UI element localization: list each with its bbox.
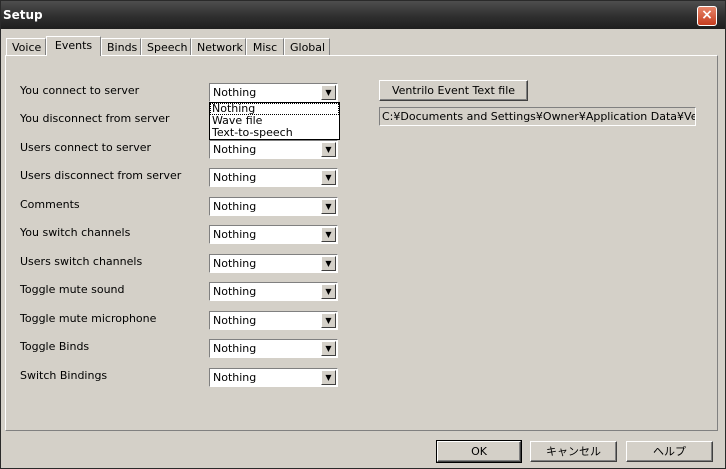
chevron-down-icon[interactable]: ▼ — [321, 85, 336, 100]
tab-events[interactable]: Events — [46, 36, 101, 56]
event-select-you-connect[interactable]: Nothing ▼ — [209, 83, 338, 102]
chevron-down-icon[interactable]: ▼ — [321, 227, 336, 242]
event-label-you-switch-channels: You switch channels — [20, 226, 131, 239]
event-select-users-disconnect[interactable]: Nothing ▼ — [209, 168, 338, 187]
event-select-toggle-mute-microphone[interactable]: Nothing ▼ — [209, 311, 338, 330]
tab-speech[interactable]: Speech — [141, 38, 191, 55]
combo-value: Nothing — [213, 314, 257, 327]
combo-value: Nothing — [213, 371, 257, 384]
event-select-comments[interactable]: Nothing ▼ — [209, 197, 338, 216]
event-label-toggle-binds: Toggle Binds — [20, 340, 90, 353]
event-label-toggle-mute-microphone: Toggle mute microphone — [20, 312, 157, 325]
chevron-down-icon[interactable]: ▼ — [321, 256, 336, 271]
event-select-users-switch-channels[interactable]: Nothing ▼ — [209, 254, 338, 273]
combo-value: Nothing — [213, 257, 257, 270]
combo-value: Nothing — [213, 228, 257, 241]
event-select-toggle-mute-sound[interactable]: Nothing ▼ — [209, 282, 338, 301]
event-text-file-path[interactable]: C:¥Documents and Settings¥Owner¥Applicat… — [379, 107, 696, 126]
chevron-down-icon[interactable]: ▼ — [321, 313, 336, 328]
tab-voice[interactable]: Voice — [6, 38, 46, 55]
event-select-you-switch-channels[interactable]: Nothing ▼ — [209, 225, 338, 244]
event-text-file-button[interactable]: Ventrilo Event Text file — [379, 80, 528, 101]
cancel-button[interactable]: キャンセル — [530, 441, 617, 462]
dropdown-option-text-to-speech[interactable]: Text-to-speech — [210, 127, 339, 139]
ok-button[interactable]: OK — [436, 440, 522, 463]
window-title: Setup — [3, 8, 43, 22]
chevron-down-icon[interactable]: ▼ — [321, 341, 336, 356]
event-label-users-connect: Users connect to server — [20, 141, 152, 154]
event-label-toggle-mute-sound: Toggle mute sound — [20, 283, 125, 296]
tab-misc[interactable]: Misc — [246, 38, 284, 55]
combo-value: Nothing — [213, 86, 257, 99]
close-icon[interactable]: × — [697, 6, 717, 26]
event-label-switch-bindings: Switch Bindings — [20, 369, 108, 382]
chevron-down-icon[interactable]: ▼ — [321, 284, 336, 299]
event-label-users-disconnect: Users disconnect from server — [20, 169, 182, 182]
setup-window: Setup × Voice Events Binds Speech Networ… — [0, 0, 726, 469]
event-label-users-switch-channels: Users switch channels — [20, 255, 143, 268]
title-bar: Setup × — [1, 1, 725, 29]
combo-value: Nothing — [213, 143, 257, 156]
event-label-comments: Comments — [20, 198, 80, 211]
help-button[interactable]: ヘルプ — [626, 441, 713, 462]
event-label-you-connect: You connect to server — [20, 84, 140, 97]
combo-value: Nothing — [213, 200, 257, 213]
tab-binds[interactable]: Binds — [101, 38, 141, 55]
tab-network[interactable]: Network — [191, 38, 246, 55]
combo-value: Nothing — [213, 342, 257, 355]
event-select-toggle-binds[interactable]: Nothing ▼ — [209, 339, 338, 358]
chevron-down-icon[interactable]: ▼ — [321, 142, 336, 157]
chevron-down-icon[interactable]: ▼ — [321, 370, 336, 385]
combo-value: Nothing — [213, 171, 257, 184]
dropdown-list: Nothing Wave file Text-to-speech — [209, 102, 340, 140]
combo-value: Nothing — [213, 285, 257, 298]
event-select-switch-bindings[interactable]: Nothing ▼ — [209, 368, 338, 387]
event-select-users-connect[interactable]: Nothing ▼ — [209, 140, 338, 159]
event-label-you-disconnect: You disconnect from server — [20, 112, 170, 125]
tab-global[interactable]: Global — [284, 38, 330, 55]
chevron-down-icon[interactable]: ▼ — [321, 199, 336, 214]
chevron-down-icon[interactable]: ▼ — [321, 170, 336, 185]
